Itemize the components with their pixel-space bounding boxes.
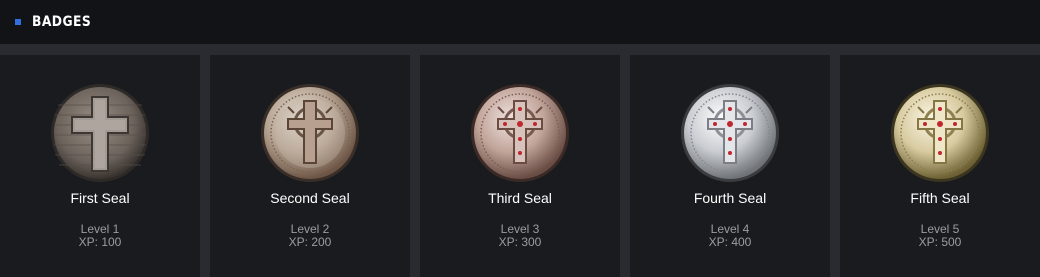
badge-xp: XP: 400 xyxy=(708,235,752,249)
badge-name: Second Seal xyxy=(270,190,350,206)
badge-xp: XP: 500 xyxy=(918,235,962,249)
badge-card-second-seal[interactable]: Second Seal Level 2 XP: 200 xyxy=(210,55,410,277)
badge-xp: XP: 100 xyxy=(78,235,122,249)
silver-celtic-cross-seal-icon xyxy=(680,83,780,183)
badge-name: Fourth Seal xyxy=(693,190,767,206)
gold-celtic-cross-seal-icon xyxy=(890,83,990,183)
bronze-celtic-cross-seal-icon xyxy=(470,83,570,183)
badge-card-fourth-seal[interactable]: Fourth Seal Level 4 XP: 400 xyxy=(630,55,830,277)
badges-header: BADGES xyxy=(0,0,1040,44)
badge-name: Fifth Seal xyxy=(910,190,970,206)
rusted-iron-celtic-cross-seal-icon xyxy=(260,83,360,183)
section-marker xyxy=(15,19,21,25)
badge-name: First Seal xyxy=(70,190,130,206)
section-title: BADGES xyxy=(32,14,92,30)
badge-xp: XP: 300 xyxy=(498,235,542,249)
wooden-cross-seal-icon xyxy=(50,83,150,183)
badge-name: Third Seal xyxy=(488,190,552,206)
badge-card-third-seal[interactable]: Third Seal Level 3 XP: 300 xyxy=(420,55,620,277)
badge-card-fifth-seal[interactable]: Fifth Seal Level 5 XP: 500 xyxy=(840,55,1040,277)
badge-grid: First Seal Level 1 XP: 100 Second Seal L… xyxy=(0,55,1040,277)
badge-card-first-seal[interactable]: First Seal Level 1 XP: 100 xyxy=(0,55,200,277)
badge-xp: XP: 200 xyxy=(288,235,332,249)
